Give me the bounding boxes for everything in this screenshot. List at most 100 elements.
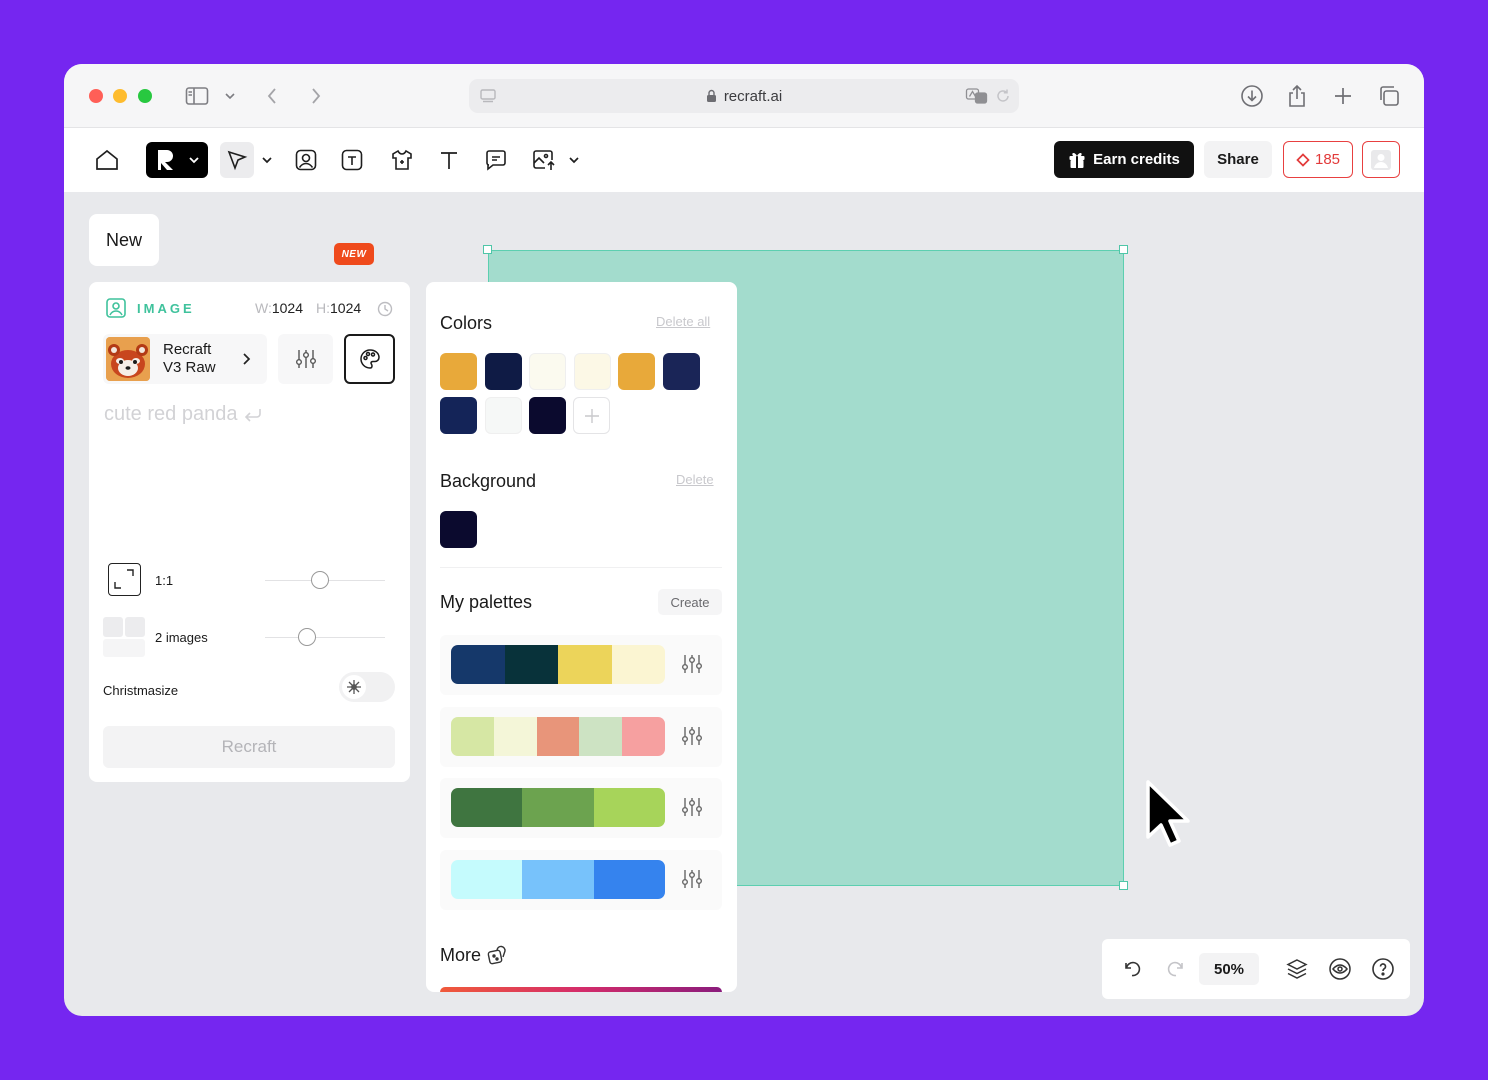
chevron-down-icon[interactable] [566, 142, 582, 178]
palette-color [451, 645, 505, 684]
zoom-level[interactable]: 50% [1199, 953, 1259, 985]
palette-color [593, 859, 665, 899]
palette-row[interactable] [440, 778, 722, 838]
upload-image-icon[interactable] [530, 142, 558, 178]
credits-button[interactable]: 185 [1283, 141, 1353, 178]
more-title: More [440, 944, 482, 965]
palette-strip[interactable] [451, 716, 665, 756]
image-count-slider-track[interactable] [265, 637, 385, 638]
chevron-down-icon[interactable] [222, 82, 238, 110]
background-delete-link[interactable]: Delete [676, 472, 714, 487]
colors-title: Colors [440, 313, 493, 333]
palette-color [622, 716, 665, 756]
mockup-icon[interactable] [388, 142, 416, 178]
palette-color [593, 788, 665, 827]
palette-row[interactable] [440, 706, 722, 767]
translate-icon[interactable] [965, 87, 989, 105]
tab-overview-icon[interactable] [1376, 82, 1402, 110]
palette-strip[interactable] [451, 645, 665, 684]
palette-adjust-icon[interactable] [680, 652, 704, 681]
color-swatch[interactable] [440, 397, 477, 434]
resize-handle-bottom-right[interactable] [1119, 881, 1128, 890]
image-generate-icon[interactable] [292, 142, 320, 178]
share-icon[interactable] [1285, 82, 1309, 110]
home-icon[interactable] [92, 142, 122, 178]
reload-icon[interactable] [995, 88, 1011, 104]
palette-row[interactable] [440, 635, 722, 695]
new-tab-plus-icon[interactable] [1331, 82, 1355, 110]
earn-credits-button[interactable]: Earn credits [1054, 141, 1194, 178]
image-type-label[interactable]: IMAGE [137, 301, 195, 316]
color-swatch[interactable] [529, 353, 566, 390]
color-swatch[interactable] [484, 397, 522, 434]
plus-icon [584, 408, 599, 423]
comment-icon[interactable] [482, 142, 510, 178]
color-swatch[interactable] [440, 353, 477, 390]
palette-color [522, 788, 594, 827]
image-text-icon[interactable] [338, 142, 366, 178]
text-tool-icon[interactable] [436, 142, 462, 178]
credits-count: 185 [1314, 151, 1341, 168]
address-bar[interactable]: recraft.ai [469, 79, 1019, 113]
resize-handle-top-left[interactable] [483, 245, 492, 254]
select-tool-icon[interactable] [220, 142, 254, 178]
download-icon[interactable] [1239, 82, 1265, 110]
snowflake-icon [347, 680, 361, 694]
delete-all-link[interactable]: Delete all [656, 314, 710, 329]
model-name-line2: V3 Raw [163, 359, 216, 376]
color-swatch[interactable] [573, 353, 611, 390]
user-avatar-icon [1371, 149, 1391, 170]
resize-handle-top-right[interactable] [1119, 245, 1128, 254]
prompt-area[interactable]: cute red panda [104, 403, 263, 426]
palette-strip[interactable] [451, 788, 665, 827]
more-palette-preview[interactable] [440, 987, 722, 992]
chevron-right-icon [243, 353, 251, 365]
color-swatch[interactable] [529, 397, 566, 434]
chevron-down-icon[interactable] [259, 142, 275, 178]
palette-adjust-icon[interactable] [680, 724, 704, 753]
maximize-window-button[interactable] [138, 89, 152, 103]
color-palette-button[interactable] [344, 334, 395, 384]
help-icon[interactable] [1371, 957, 1395, 981]
background-color-swatch[interactable] [440, 511, 477, 548]
recraft-button[interactable]: Recraft [103, 726, 395, 768]
close-window-button[interactable] [89, 89, 103, 103]
add-color-button[interactable] [573, 397, 610, 434]
christmasize-toggle[interactable] [339, 672, 395, 702]
palette-strip[interactable] [451, 859, 665, 899]
settings-adjust-button[interactable] [278, 334, 333, 384]
palette-color [504, 645, 558, 684]
palette-icon [359, 349, 380, 369]
more-section[interactable]: More [440, 944, 509, 966]
model-selector[interactable]: Recraft V3 Raw [103, 334, 267, 384]
tab-new[interactable]: New [89, 214, 159, 266]
minimize-window-button[interactable] [113, 89, 127, 103]
sidebar-toggle-icon[interactable] [184, 82, 210, 110]
palette-row[interactable] [440, 849, 722, 910]
color-swatch[interactable] [662, 353, 700, 390]
undo-icon[interactable] [1122, 959, 1142, 979]
redo-icon[interactable] [1166, 959, 1186, 979]
history-icon[interactable] [377, 301, 393, 317]
palette-adjust-icon[interactable] [680, 867, 704, 896]
layers-icon[interactable] [1285, 957, 1309, 981]
image-count-slider-knob[interactable] [298, 628, 316, 646]
recraft-logo-icon [158, 150, 173, 170]
preview-eye-icon[interactable] [1328, 957, 1352, 981]
share-button[interactable]: Share [1204, 141, 1272, 178]
dimensions[interactable]: W: 1024 H: 1024 [255, 300, 361, 316]
palette-adjust-icon[interactable] [680, 795, 704, 824]
aspect-ratio-slider-knob[interactable] [311, 571, 329, 589]
recraft-logo-menu[interactable] [146, 142, 208, 178]
create-palette-button[interactable]: Create [658, 589, 722, 615]
new-badge: NEW [334, 243, 374, 265]
width-value: 1024 [271, 300, 304, 316]
palette-color [451, 859, 523, 899]
model-name: Recraft V3 Raw [163, 341, 216, 377]
back-arrow-icon[interactable] [262, 82, 282, 110]
color-swatch[interactable] [484, 353, 522, 390]
forward-arrow-icon[interactable] [306, 82, 326, 110]
aspect-ratio-icon[interactable] [108, 563, 141, 596]
avatar[interactable] [1362, 141, 1400, 178]
color-swatch[interactable] [618, 353, 655, 390]
